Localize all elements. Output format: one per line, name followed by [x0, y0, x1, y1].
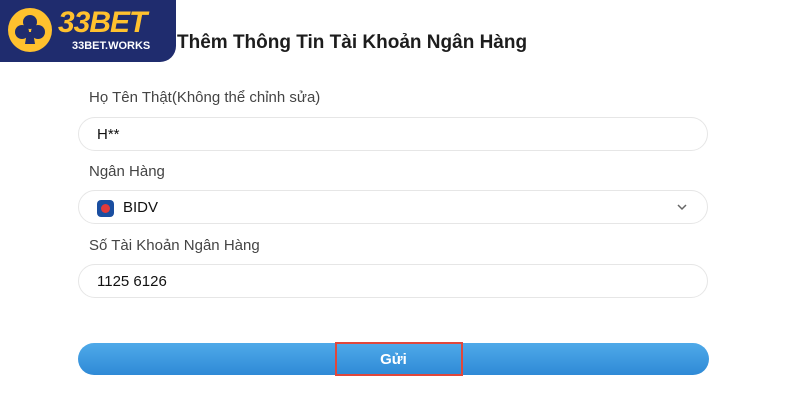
real-name-field[interactable]: H**: [78, 117, 708, 151]
submit-highlight-box: [335, 342, 463, 376]
bank-label: Ngân Hàng: [89, 163, 165, 180]
account-number-value: 1125 6126: [97, 273, 167, 290]
bank-value: BIDV: [123, 199, 159, 216]
bank-select[interactable]: BIDV: [78, 190, 708, 224]
account-label: Số Tài Khoản Ngân Hàng: [89, 237, 260, 254]
name-label: Họ Tên Thật(Không thể chỉnh sửa): [89, 89, 321, 106]
account-number-field[interactable]: 1125 6126: [78, 264, 708, 298]
real-name-value: H**: [97, 126, 120, 143]
bidv-logo-icon: [97, 200, 114, 217]
brand-domain: 33BET.WORKS: [72, 40, 151, 52]
brand-logo: 33BET 33BET.WORKS: [0, 0, 176, 62]
chevron-down-icon: [677, 204, 687, 211]
brand-name: 33BET: [58, 6, 147, 39]
page-title: Thêm Thông Tin Tài Khoản Ngân Hàng: [177, 32, 528, 53]
club-emblem-icon: [8, 8, 52, 52]
